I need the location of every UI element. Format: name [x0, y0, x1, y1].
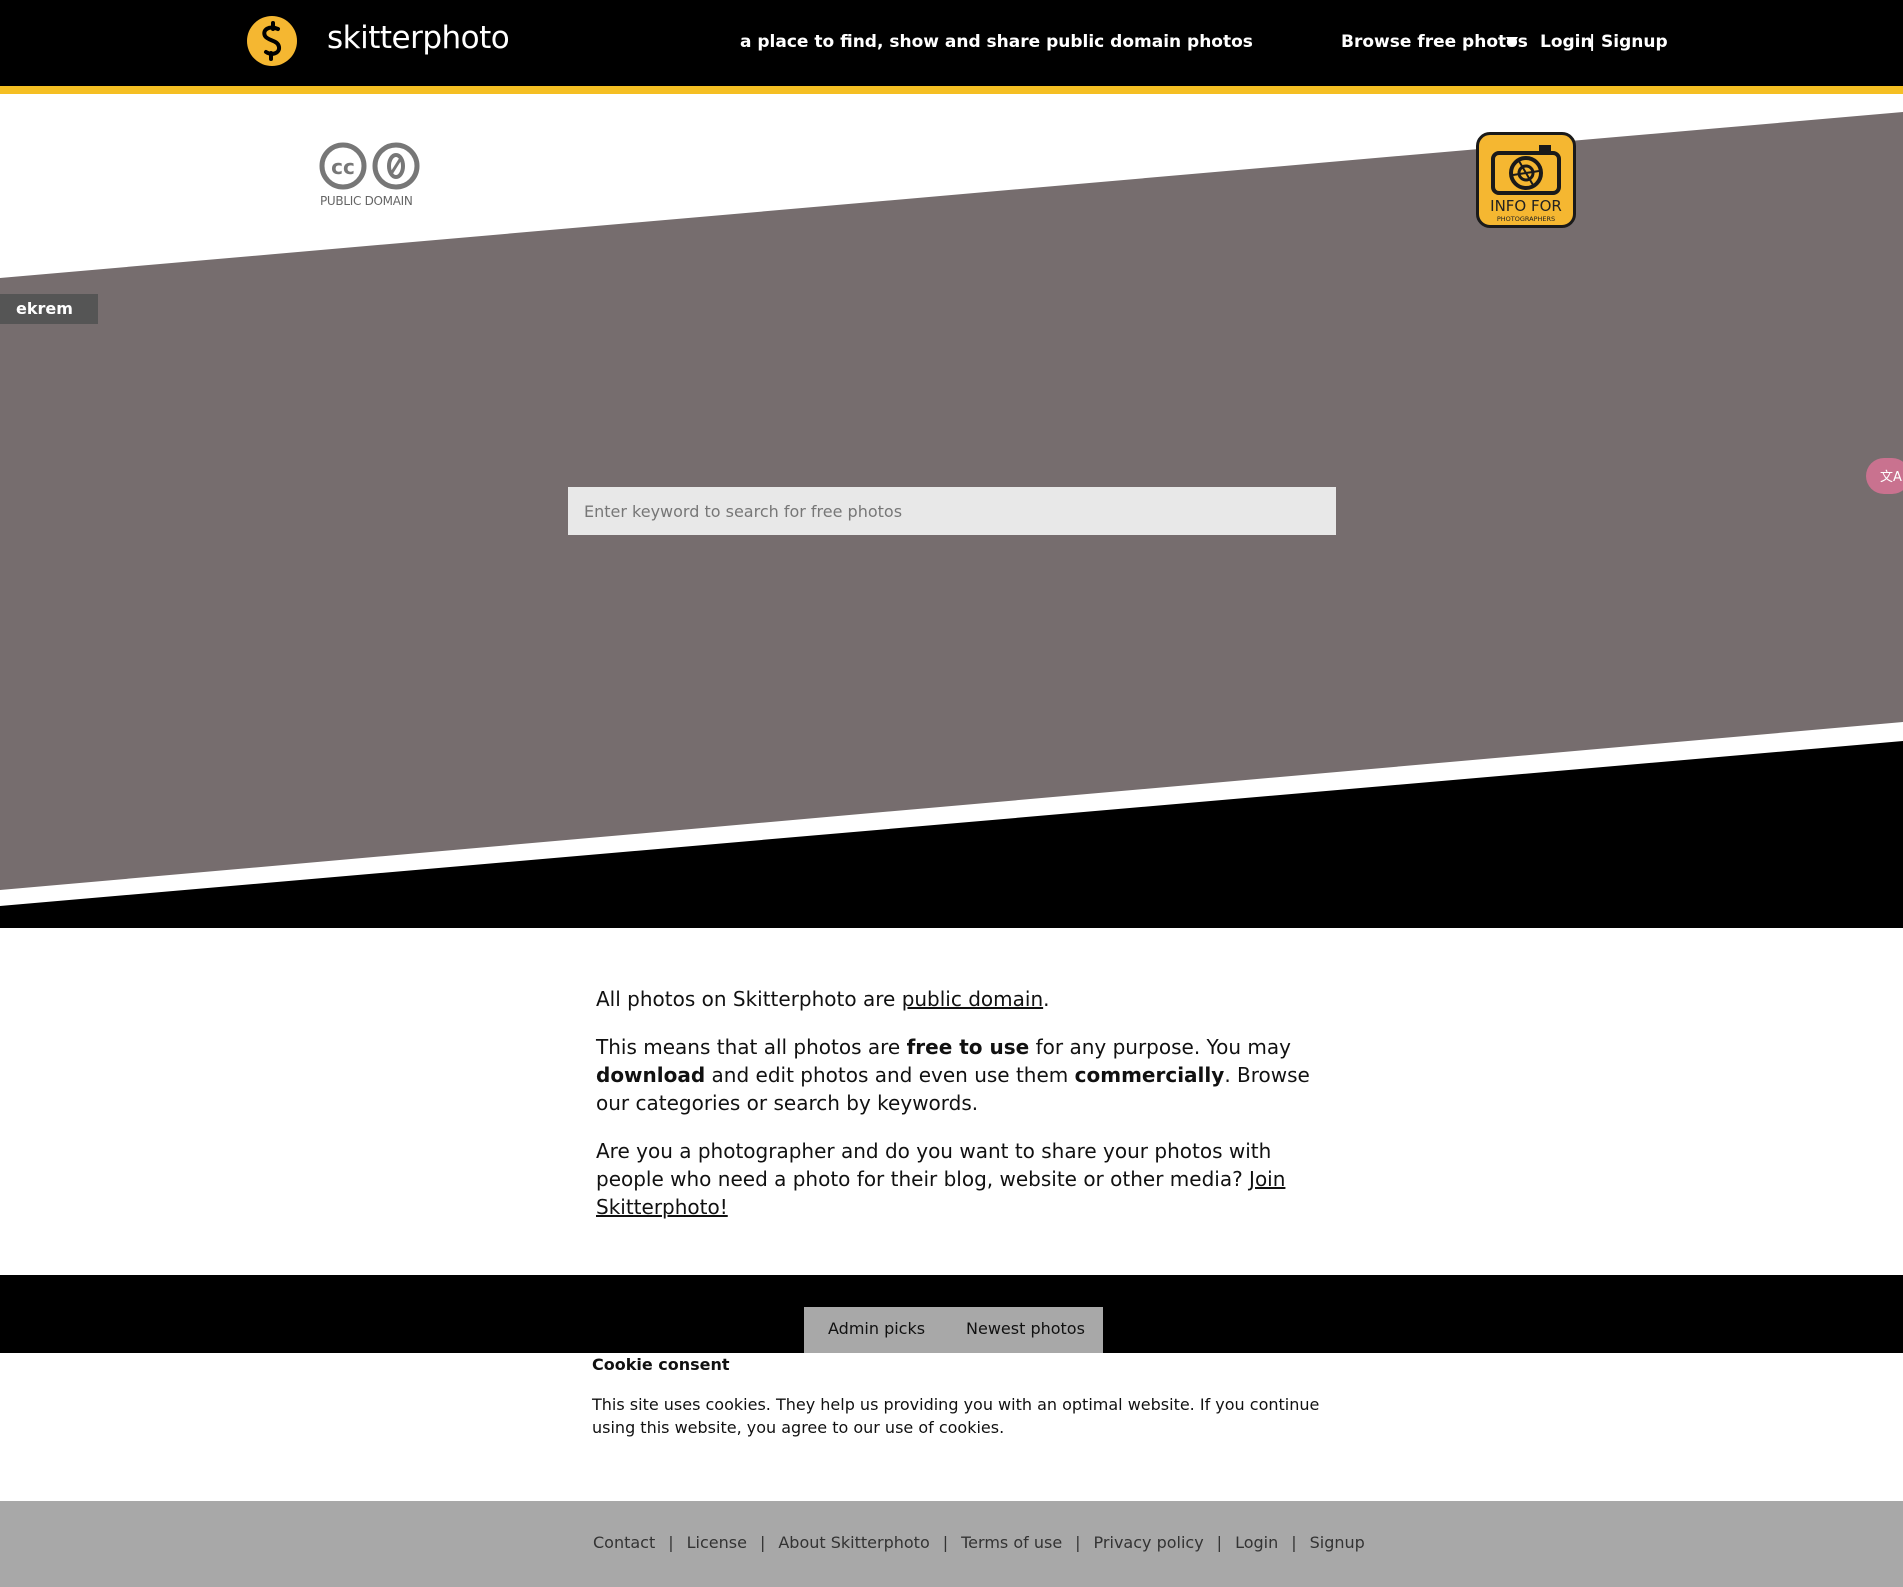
intro-paragraph-2: This means that all photos are free to u…	[596, 1033, 1316, 1117]
footer-links: Contact | License | About Skitterphoto | Terms…	[593, 1533, 1365, 1552]
footer-separator: |	[759, 1533, 766, 1552]
public-domain-label: PUBLIC DOMAIN	[320, 194, 413, 208]
footer-separator: |	[1216, 1533, 1223, 1552]
footer-link-terms[interactable]: Terms of use	[961, 1533, 1062, 1552]
site-name[interactable]: skitterphoto	[327, 20, 510, 56]
cookie-consent-title: Cookie consent	[592, 1355, 730, 1374]
tab-admin-picks[interactable]: Admin picks	[828, 1319, 925, 1338]
intro-emphasis: download	[596, 1063, 706, 1087]
photo-tabs: Admin picks Newest photos	[804, 1307, 1103, 1353]
tab-newest-photos[interactable]: Newest photos	[966, 1319, 1085, 1338]
search-input[interactable]	[568, 487, 1336, 535]
search-box[interactable]	[568, 487, 1336, 535]
footer-separator: |	[668, 1533, 674, 1552]
intro-emphasis: free to use	[906, 1035, 1030, 1059]
footer-link-signup[interactable]: Signup	[1310, 1533, 1365, 1552]
footer: Contact | License | About Skitterphoto | Terms…	[0, 1501, 1903, 1587]
footer-link-contact[interactable]: Contact	[593, 1533, 655, 1552]
nav-separator: |	[1589, 32, 1596, 52]
login-link[interactable]: Login	[1540, 32, 1593, 52]
footer-link-privacy[interactable]: Privacy policy	[1094, 1533, 1204, 1552]
signup-link[interactable]: Signup	[1601, 32, 1668, 52]
intro-paragraph-3: Are you a photographer and do you want t…	[596, 1137, 1316, 1221]
skitterphoto-logo-icon[interactable]	[247, 16, 297, 66]
camera-icon	[1491, 145, 1561, 195]
photographer-credit-tag[interactable]: ekrem	[0, 294, 98, 324]
intro-text: All photos on Skitterphoto are	[596, 987, 902, 1011]
browse-free-photos-menu[interactable]: Browse free photos	[1341, 32, 1528, 52]
footer-link-login[interactable]: Login	[1235, 1533, 1278, 1552]
site-tagline: a place to find, show and share public d…	[740, 32, 1253, 52]
triangle-down-icon[interactable]	[1505, 35, 1519, 49]
intro-text: and edit photos and even use them	[705, 1063, 1075, 1087]
svg-text:cc: cc	[331, 155, 355, 179]
intro-text: .	[1043, 987, 1050, 1011]
info-for-photographers-badge[interactable]: INFO FOR PHOTOGRAPHERS	[1476, 132, 1576, 228]
intro-emphasis: commercially	[1074, 1063, 1225, 1087]
footer-separator: |	[1075, 1533, 1081, 1552]
footer-separator: |	[942, 1533, 949, 1552]
info-badge-subtitle: PHOTOGRAPHERS	[1496, 215, 1556, 223]
translate-icon[interactable]: 文A	[1866, 458, 1903, 494]
footer-separator: |	[1291, 1533, 1297, 1552]
intro-text: This means that all photos are	[596, 1035, 907, 1059]
intro-text: Are you a photographer and do you want t…	[596, 1139, 1272, 1191]
intro-paragraph-1: All photos on Skitterphoto are public do…	[596, 985, 1316, 1013]
info-badge-title: INFO FOR	[1490, 197, 1562, 215]
cookie-consent-text: This site uses cookies. They help us pro…	[592, 1395, 1320, 1437]
footer-link-about[interactable]: About Skitterphoto	[778, 1533, 929, 1552]
public-domain-link[interactable]: public domain	[902, 987, 1043, 1011]
header-accent-stripe	[0, 86, 1903, 94]
intro-text: for any purpose. You may	[1029, 1035, 1291, 1059]
footer-link-license[interactable]: License	[687, 1533, 747, 1552]
intro-section: All photos on Skitterphoto are public do…	[596, 985, 1316, 1241]
